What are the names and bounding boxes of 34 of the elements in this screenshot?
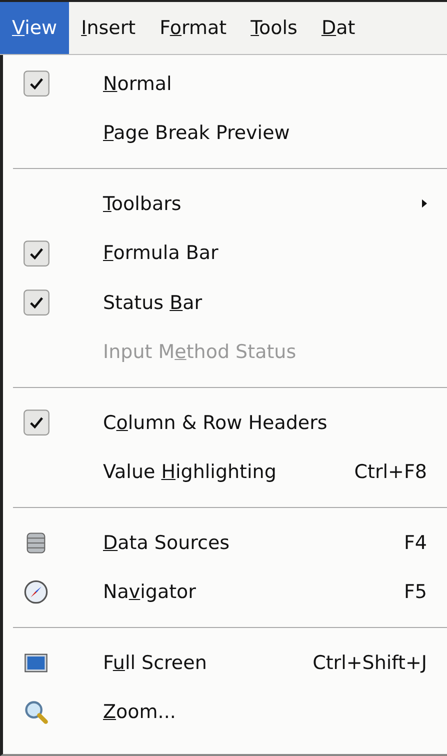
shortcut-text: Ctrl+Shift+J: [312, 652, 427, 674]
item-label: Normal: [103, 72, 172, 95]
menu-item[interactable]: Normal: [3, 59, 447, 108]
menu-item[interactable]: Data Sources F4: [3, 518, 447, 568]
item-label: Value Highlighting: [103, 461, 276, 484]
menu-title[interactable]: View: [0, 2, 70, 54]
menu-item[interactable]: Formula Bar: [3, 228, 447, 278]
menu-item[interactable]: Navigator F5: [3, 568, 447, 617]
menu-title[interactable]: Tools: [238, 2, 310, 54]
item-label: Navigator: [103, 581, 196, 604]
item-label: Formula Bar: [103, 242, 218, 264]
menu-item[interactable]: Zoom...: [3, 688, 447, 737]
compass-icon: [23, 579, 49, 606]
item-label: Zoom...: [103, 701, 176, 724]
menu-title[interactable]: Insert: [69, 2, 148, 54]
shortcut-text: F5: [404, 581, 427, 604]
menu-title[interactable]: Dat: [309, 2, 368, 54]
item-label: Page Break Preview: [103, 122, 290, 144]
menu-item[interactable]: Column & Row Headers: [3, 398, 447, 448]
item-label: Full Screen: [103, 652, 207, 674]
menu-item[interactable]: Full Screen Ctrl+Shift+J: [3, 638, 447, 688]
item-label: Data Sources: [103, 532, 230, 554]
menu-item[interactable]: Page Break Preview: [3, 108, 447, 158]
menu-title[interactable]: Format: [148, 2, 239, 54]
menu-item[interactable]: Status Bar: [3, 278, 447, 328]
item-label: Column & Row Headers: [103, 412, 328, 434]
item-label: Status Bar: [103, 292, 202, 314]
item-label: Toolbars: [103, 192, 182, 215]
shortcut-text: Ctrl+F8: [354, 461, 427, 484]
menu-item[interactable]: Value Highlighting Ctrl+F8: [3, 448, 447, 497]
menu-item[interactable]: Toolbars: [3, 179, 447, 228]
shortcut-text: F4: [404, 532, 427, 554]
magnifier-icon: [23, 699, 49, 726]
item-label: Input Method Status: [103, 341, 296, 364]
